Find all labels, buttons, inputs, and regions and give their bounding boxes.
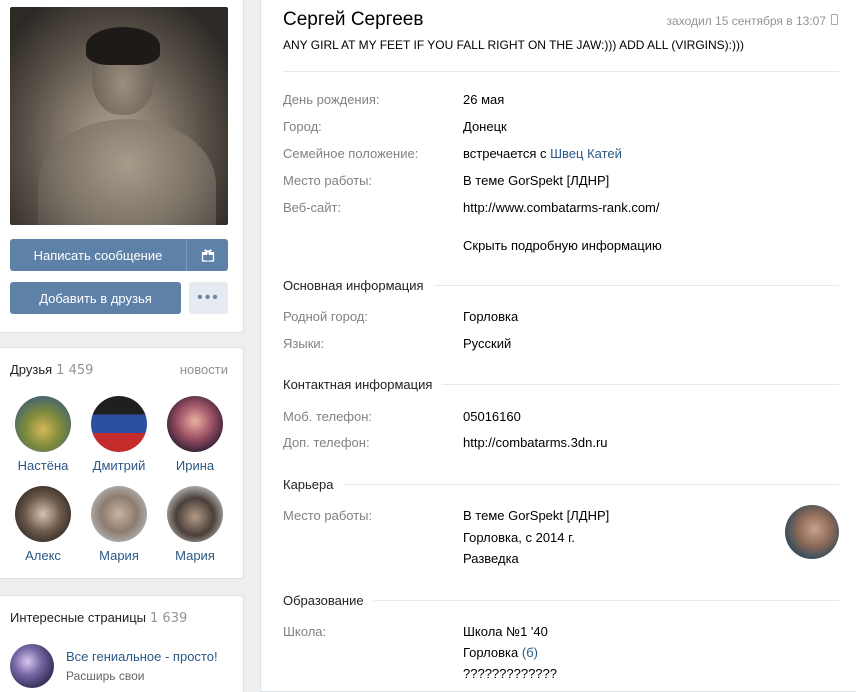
family-label: Семейное положение: bbox=[283, 146, 419, 161]
friend-item[interactable]: Настёна bbox=[5, 396, 81, 473]
friend-avatar bbox=[15, 486, 71, 542]
school-label: Школа: bbox=[283, 624, 327, 639]
friend-avatar bbox=[15, 396, 71, 452]
work-value[interactable]: В теме GorSpekt [ЛДНР] bbox=[463, 173, 609, 188]
profile-status[interactable]: ANY GIRL AT MY FEET IF YOU FALL RIGHT ON… bbox=[283, 38, 744, 52]
birthday-value[interactable]: 26 мая bbox=[463, 92, 504, 107]
mobile-phone-icon bbox=[831, 14, 838, 25]
career-period: Горловка, с 2014 г. bbox=[463, 530, 575, 545]
city-value[interactable]: Донецк bbox=[463, 119, 507, 134]
website-link[interactable]: http://www.combatarms-rank.com/ bbox=[463, 200, 660, 215]
send-message-button[interactable]: Написать сообщение bbox=[10, 239, 186, 271]
divider bbox=[283, 484, 839, 485]
mobile-value: 05016160 bbox=[463, 409, 521, 424]
interesting-count: 1 639 bbox=[150, 611, 188, 626]
photo-hair bbox=[86, 27, 160, 65]
friend-name: Мария bbox=[175, 548, 215, 563]
friend-item[interactable]: Мария bbox=[81, 486, 157, 563]
friends-card: Друзья 1 459 новости Настёна Дмитрий Ирин… bbox=[0, 347, 244, 579]
interesting-title: Интересные страницы bbox=[10, 610, 147, 625]
friends-news-link[interactable]: новости bbox=[180, 362, 228, 377]
school-city: Горловка bbox=[463, 645, 519, 660]
friend-name: Ирина bbox=[175, 458, 215, 473]
school-name-link[interactable]: Школа №1 '40 bbox=[463, 624, 548, 639]
hometown-value[interactable]: Горловка bbox=[463, 309, 518, 324]
school-city-value: Горловка (б) bbox=[463, 645, 538, 660]
profile-name: Сергей Сергеев bbox=[283, 9, 424, 30]
friend-avatar bbox=[167, 486, 223, 542]
add-friend-button[interactable]: Добавить в друзья bbox=[10, 282, 181, 314]
career-position-link[interactable]: Разведка bbox=[463, 551, 519, 566]
friend-item[interactable]: Ирина bbox=[157, 396, 233, 473]
extra-phone-value: http://combatarms.3dn.ru bbox=[463, 435, 608, 450]
profile-photo[interactable] bbox=[10, 7, 228, 225]
online-status: заходил 15 сентября в 13:07 bbox=[666, 14, 826, 28]
school-extra-link[interactable]: ????????????? bbox=[463, 666, 557, 681]
friends-title: Друзья bbox=[10, 362, 53, 377]
extra-phone-label: Доп. телефон: bbox=[283, 435, 370, 450]
profile-info-card: Сергей Сергеев заходил 15 сентября в 13:… bbox=[260, 0, 856, 692]
partner-link[interactable]: Швец Катей bbox=[550, 146, 622, 161]
interesting-page-avatar[interactable] bbox=[10, 644, 54, 688]
friend-name: Настёна bbox=[17, 458, 69, 473]
website-label: Веб-сайт: bbox=[283, 200, 342, 215]
friend-name: Мария bbox=[99, 548, 139, 563]
friend-name: Алекс bbox=[25, 548, 61, 563]
send-message-label: Написать сообщение bbox=[33, 247, 163, 263]
career-heading: Карьера bbox=[283, 477, 344, 492]
languages-label: Языки: bbox=[283, 336, 325, 351]
interesting-page-subtitle: Расширь свои bbox=[66, 669, 145, 683]
family-value: встречается с Швец Катей bbox=[463, 146, 622, 161]
divider bbox=[283, 71, 839, 72]
add-friend-label: Добавить в друзья bbox=[39, 290, 152, 306]
friend-item[interactable]: Алекс bbox=[5, 486, 81, 563]
school-class-link[interactable]: (б) bbox=[522, 645, 538, 660]
friends-count: 1 459 bbox=[56, 363, 94, 378]
mobile-label: Моб. телефон: bbox=[283, 409, 373, 424]
more-actions-button[interactable]: ••• bbox=[189, 282, 228, 314]
hometown-label: Родной город: bbox=[283, 309, 368, 324]
career-company-avatar[interactable] bbox=[785, 505, 839, 559]
hide-details-link[interactable]: Скрыть подробную информацию bbox=[463, 238, 662, 253]
more-dots-icon: ••• bbox=[197, 289, 220, 306]
interesting-header[interactable]: Интересные страницы 1 639 bbox=[10, 610, 187, 626]
friend-avatar bbox=[91, 486, 147, 542]
friend-avatar bbox=[167, 396, 223, 452]
friend-item[interactable]: Дмитрий bbox=[81, 396, 157, 473]
languages-value[interactable]: Русский bbox=[463, 336, 511, 351]
friend-name: Дмитрий bbox=[92, 458, 146, 473]
city-label: Город: bbox=[283, 119, 322, 134]
friend-avatar bbox=[91, 396, 147, 452]
contact-info-heading: Контактная информация bbox=[283, 377, 443, 392]
friend-item[interactable]: Мария bbox=[157, 486, 233, 563]
career-work-label: Место работы: bbox=[283, 508, 373, 523]
photo-torso bbox=[38, 119, 216, 225]
interesting-page-title[interactable]: Все гениальное - просто! bbox=[66, 649, 218, 664]
education-heading: Образование bbox=[283, 593, 374, 608]
career-company-link[interactable]: В теме GorSpekt [ЛДНР] bbox=[463, 508, 609, 523]
basic-info-heading: Основная информация bbox=[283, 278, 434, 293]
gift-button[interactable] bbox=[186, 239, 228, 271]
family-text: встречается с bbox=[463, 146, 551, 161]
work-label: Место работы: bbox=[283, 173, 373, 188]
friends-header[interactable]: Друзья 1 459 bbox=[10, 362, 93, 378]
birthday-label: День рождения: bbox=[283, 92, 380, 107]
gift-icon bbox=[201, 249, 214, 262]
